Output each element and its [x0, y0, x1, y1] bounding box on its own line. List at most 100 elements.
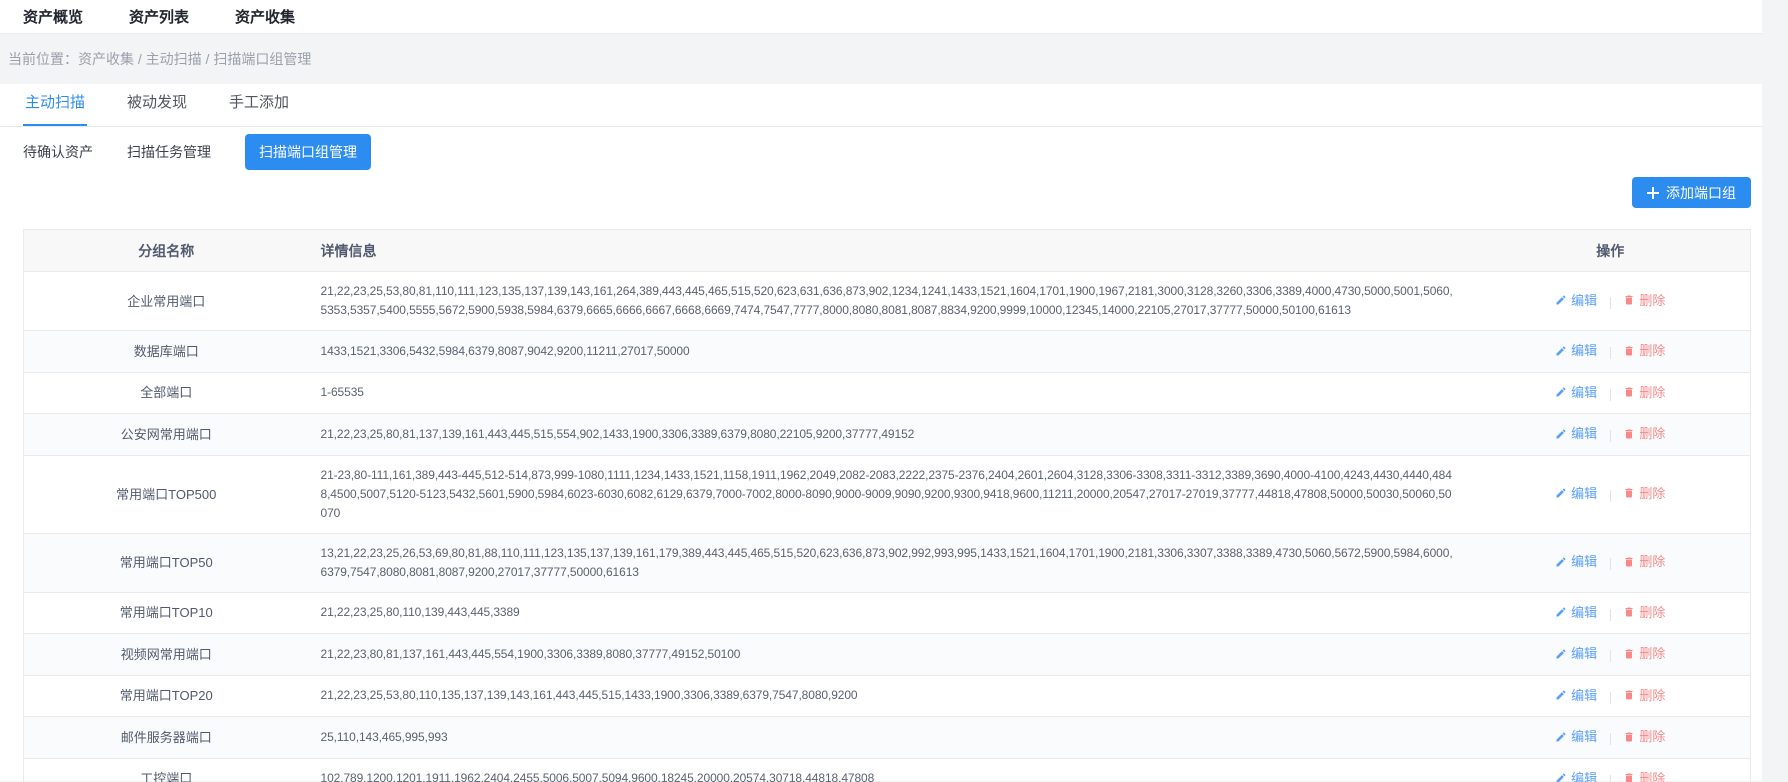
detail-cell: 21,22,23,25,80,110,139,443,445,3389	[309, 592, 1471, 634]
table-body: 企业常用端口 21,22,23,25,53,80,81,110,111,123,…	[24, 272, 1751, 782]
edit-button[interactable]: 编辑	[1555, 603, 1597, 622]
tab-passive-discovery[interactable]: 被动发现	[125, 91, 189, 126]
edit-label: 编辑	[1571, 341, 1597, 360]
delete-icon	[1623, 772, 1635, 782]
detail-cell: 102,789,1200,1201,1911,1962,2404,2455,50…	[309, 758, 1471, 782]
delete-icon	[1623, 606, 1635, 618]
subtab-scan-task-mgmt[interactable]: 扫描任务管理	[127, 134, 211, 170]
edit-label: 编辑	[1571, 686, 1597, 705]
edit-button[interactable]: 编辑	[1555, 341, 1597, 360]
table-header-row: 分组名称 详情信息 操作	[24, 230, 1751, 272]
action-divider	[1610, 347, 1611, 359]
delete-button[interactable]: 删除	[1623, 341, 1665, 360]
actions-cell: 编辑 删除	[1471, 634, 1751, 676]
actions-cell: 编辑 删除	[1471, 675, 1751, 717]
edit-button[interactable]: 编辑	[1555, 484, 1597, 503]
delete-icon	[1623, 345, 1635, 357]
edit-label: 编辑	[1571, 644, 1597, 663]
edit-label: 编辑	[1571, 552, 1597, 571]
table-row: 企业常用端口 21,22,23,25,53,80,81,110,111,123,…	[24, 272, 1751, 331]
add-port-group-button[interactable]: 添加端口组	[1632, 177, 1751, 208]
edit-button[interactable]: 编辑	[1555, 769, 1597, 782]
detail-cell: 21-23,80-111,161,389,443-445,512-514,873…	[309, 455, 1471, 533]
action-divider	[1610, 490, 1611, 502]
port-groups-table: 分组名称 详情信息 操作 企业常用端口 21,22,23,25,53,80,81…	[23, 229, 1751, 782]
detail-cell: 1433,1521,3306,5432,5984,6379,8087,9042,…	[309, 331, 1471, 373]
group-name-cell: 常用端口TOP20	[24, 675, 309, 717]
column-header-actions: 操作	[1471, 230, 1751, 272]
column-header-group-name: 分组名称	[24, 230, 309, 272]
delete-button[interactable]: 删除	[1623, 686, 1665, 705]
detail-cell: 21,22,23,25,53,80,81,110,111,123,135,137…	[309, 272, 1471, 331]
delete-label: 删除	[1639, 291, 1665, 310]
tab-active-scan[interactable]: 主动扫描	[23, 91, 87, 126]
nav-item-asset-collect[interactable]: 资产收集	[235, 6, 295, 27]
table-row: 常用端口TOP20 21,22,23,25,53,80,110,135,137,…	[24, 675, 1751, 717]
edit-icon	[1555, 345, 1567, 357]
action-divider	[1610, 733, 1611, 745]
delete-button[interactable]: 删除	[1623, 383, 1665, 402]
breadcrumb-label: 当前位置：	[8, 49, 78, 69]
top-nav: 资产概览 资产列表 资产收集	[0, 0, 1762, 34]
delete-label: 删除	[1639, 341, 1665, 360]
nav-item-asset-overview[interactable]: 资产概览	[23, 6, 83, 27]
tab-manual-add[interactable]: 手工添加	[227, 91, 291, 126]
port-groups-table-wrap: 分组名称 详情信息 操作 企业常用端口 21,22,23,25,53,80,81…	[23, 229, 1751, 782]
delete-button[interactable]: 删除	[1623, 644, 1665, 663]
main-panel: 主动扫描 被动发现 手工添加 待确认资产 扫描任务管理 扫描端口组管理 添加端口…	[0, 84, 1762, 781]
group-name-cell: 公安网常用端口	[24, 414, 309, 456]
delete-icon	[1623, 731, 1635, 743]
delete-label: 删除	[1639, 644, 1665, 663]
tab-bar: 主动扫描 被动发现 手工添加	[0, 84, 1762, 127]
delete-button[interactable]: 删除	[1623, 603, 1665, 622]
actions-cell: 编辑 删除	[1471, 533, 1751, 592]
edit-button[interactable]: 编辑	[1555, 383, 1597, 402]
delete-label: 删除	[1639, 727, 1665, 746]
subtab-scan-port-group-mgmt[interactable]: 扫描端口组管理	[245, 134, 371, 170]
edit-label: 编辑	[1571, 383, 1597, 402]
edit-button[interactable]: 编辑	[1555, 727, 1597, 746]
delete-icon	[1623, 294, 1635, 306]
detail-cell: 13,21,22,23,25,26,53,69,80,81,88,110,111…	[309, 533, 1471, 592]
delete-label: 删除	[1639, 484, 1665, 503]
action-divider	[1610, 430, 1611, 442]
add-port-group-label: 添加端口组	[1666, 183, 1736, 203]
delete-icon	[1623, 487, 1635, 499]
delete-button[interactable]: 删除	[1623, 727, 1665, 746]
edit-button[interactable]: 编辑	[1555, 424, 1597, 443]
delete-button[interactable]: 删除	[1623, 552, 1665, 571]
actions-cell: 编辑 删除	[1471, 758, 1751, 782]
table-row: 常用端口TOP50 13,21,22,23,25,26,53,69,80,81,…	[24, 533, 1751, 592]
edit-button[interactable]: 编辑	[1555, 291, 1597, 310]
table-row: 公安网常用端口 21,22,23,25,80,81,137,139,161,44…	[24, 414, 1751, 456]
edit-button[interactable]: 编辑	[1555, 686, 1597, 705]
edit-icon	[1555, 772, 1567, 782]
action-divider	[1610, 389, 1611, 401]
breadcrumb: 当前位置： 资产收集 / 主动扫描 / 扫描端口组管理	[0, 34, 1762, 84]
delete-button[interactable]: 删除	[1623, 769, 1665, 782]
delete-icon	[1623, 648, 1635, 660]
group-name-cell: 全部端口	[24, 372, 309, 414]
group-name-cell: 邮件服务器端口	[24, 717, 309, 759]
edit-button[interactable]: 编辑	[1555, 552, 1597, 571]
edit-icon	[1555, 731, 1567, 743]
table-row: 工控端口 102,789,1200,1201,1911,1962,2404,24…	[24, 758, 1751, 782]
detail-cell: 25,110,143,465,995,993	[309, 717, 1471, 759]
edit-button[interactable]: 编辑	[1555, 644, 1597, 663]
group-name-cell: 常用端口TOP50	[24, 533, 309, 592]
toolbar: 添加端口组	[0, 177, 1762, 215]
edit-label: 编辑	[1571, 769, 1597, 782]
group-name-cell: 工控端口	[24, 758, 309, 782]
breadcrumb-path: 资产收集 / 主动扫描 / 扫描端口组管理	[78, 49, 311, 69]
table-row: 全部端口 1-65535 编辑 删除	[24, 372, 1751, 414]
subtab-bar: 待确认资产 扫描任务管理 扫描端口组管理	[0, 127, 1762, 177]
subtab-pending-assets[interactable]: 待确认资产	[23, 134, 93, 170]
nav-item-asset-list[interactable]: 资产列表	[129, 6, 189, 27]
action-divider	[1610, 558, 1611, 570]
group-name-cell: 常用端口TOP500	[24, 455, 309, 533]
delete-button[interactable]: 删除	[1623, 484, 1665, 503]
delete-button[interactable]: 删除	[1623, 424, 1665, 443]
actions-cell: 编辑 删除	[1471, 592, 1751, 634]
delete-button[interactable]: 删除	[1623, 291, 1665, 310]
delete-label: 删除	[1639, 383, 1665, 402]
